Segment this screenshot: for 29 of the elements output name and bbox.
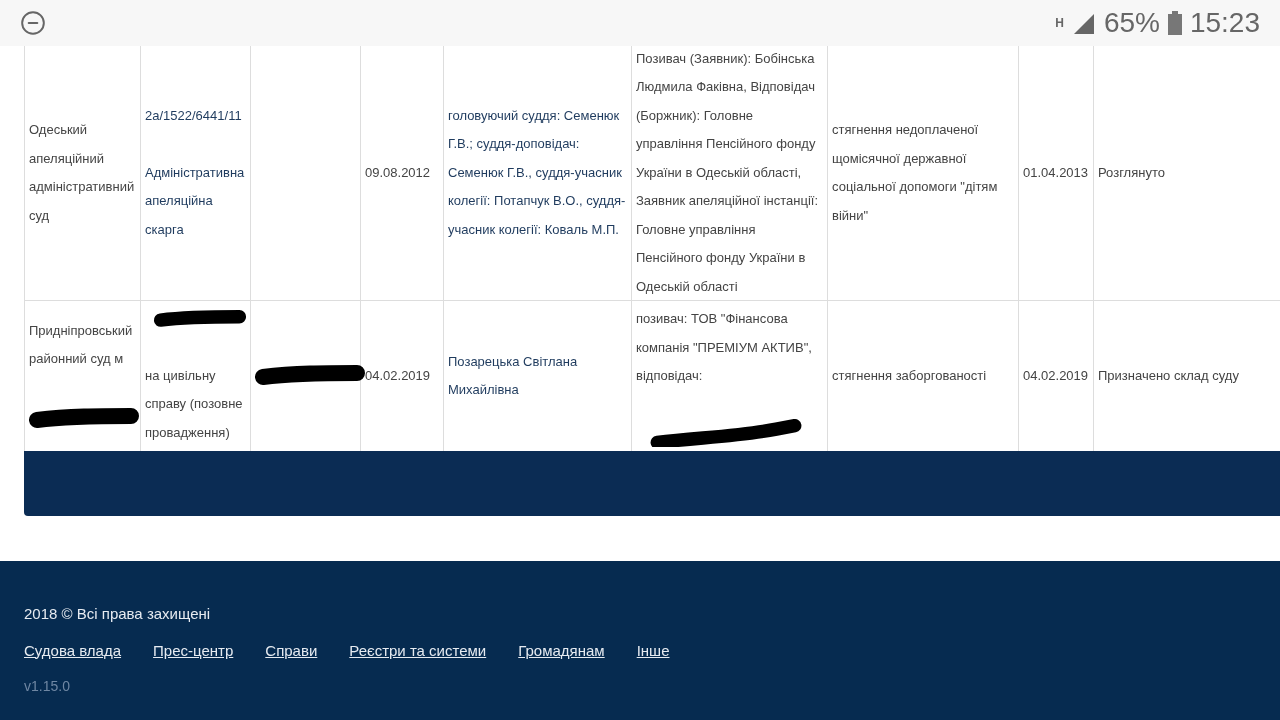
table-cell-text: 04.02.2019: [365, 366, 432, 385]
table-cell-text[interactable]: Позарецька Світлана Михайлівна: [448, 347, 627, 405]
table-cell-text: Одеський апеляційний адміністративний суд: [29, 121, 136, 225]
table-cell-text: 09.08.2012: [365, 163, 432, 182]
minus-circle-icon[interactable]: [20, 10, 46, 36]
table-cell-text: Розглянуто: [1098, 163, 1166, 182]
copyright-text: 2018 © Всі права захищені: [24, 604, 212, 624]
version-text: v1.15.0: [24, 677, 71, 696]
table-cell-text: Придніпровський районний суд м: [29, 321, 134, 368]
table-cell-text: 04.02.2019: [1023, 366, 1089, 385]
table-cell-text: стягнення заборгованості: [832, 366, 988, 385]
footer-link[interactable]: Реєстри та системи: [349, 639, 487, 662]
table-cell-text: 01.04.2013: [1023, 163, 1089, 182]
footer-link[interactable]: Судова влада: [24, 639, 122, 662]
clock-time: 15:23: [1189, 9, 1260, 37]
footer-link[interactable]: Справи: [265, 639, 318, 662]
battery-percent: 65%: [1103, 9, 1160, 37]
footer-link[interactable]: Прес-центр: [153, 639, 234, 662]
network-type: H: [1055, 17, 1064, 29]
footer-link[interactable]: Інше: [636, 639, 670, 662]
table-cell-text[interactable]: головуючий суддя: Семенюк Г.В.; суддя-доповідач: Семенюк Г.В., суддя-учасник колегії: Потапчук В.О., суддя-учасник колегії: Коваль М.П.: [448, 101, 627, 245]
table-cell-text: стягнення недоплаченої щомісячної державної соціальної допомоги "дітям війни": [832, 121, 999, 225]
table-cell-text: на цивільну справу (позовне провадження): [145, 366, 244, 442]
table-cell-text: Призначено склад суду: [1098, 366, 1240, 385]
table-cell-text: позивач: ТОВ "Фінансова компанія "ПРЕМІУМ АКТИВ", відповідач:: [636, 310, 813, 385]
table-cell-text[interactable]: Адміністративна апеляційна скарга: [145, 158, 246, 244]
table-cell-text[interactable]: 2а/1522/6441/11: [145, 102, 246, 131]
battery-icon: [1167, 11, 1182, 35]
footer-link[interactable]: Громадянам: [518, 639, 605, 662]
